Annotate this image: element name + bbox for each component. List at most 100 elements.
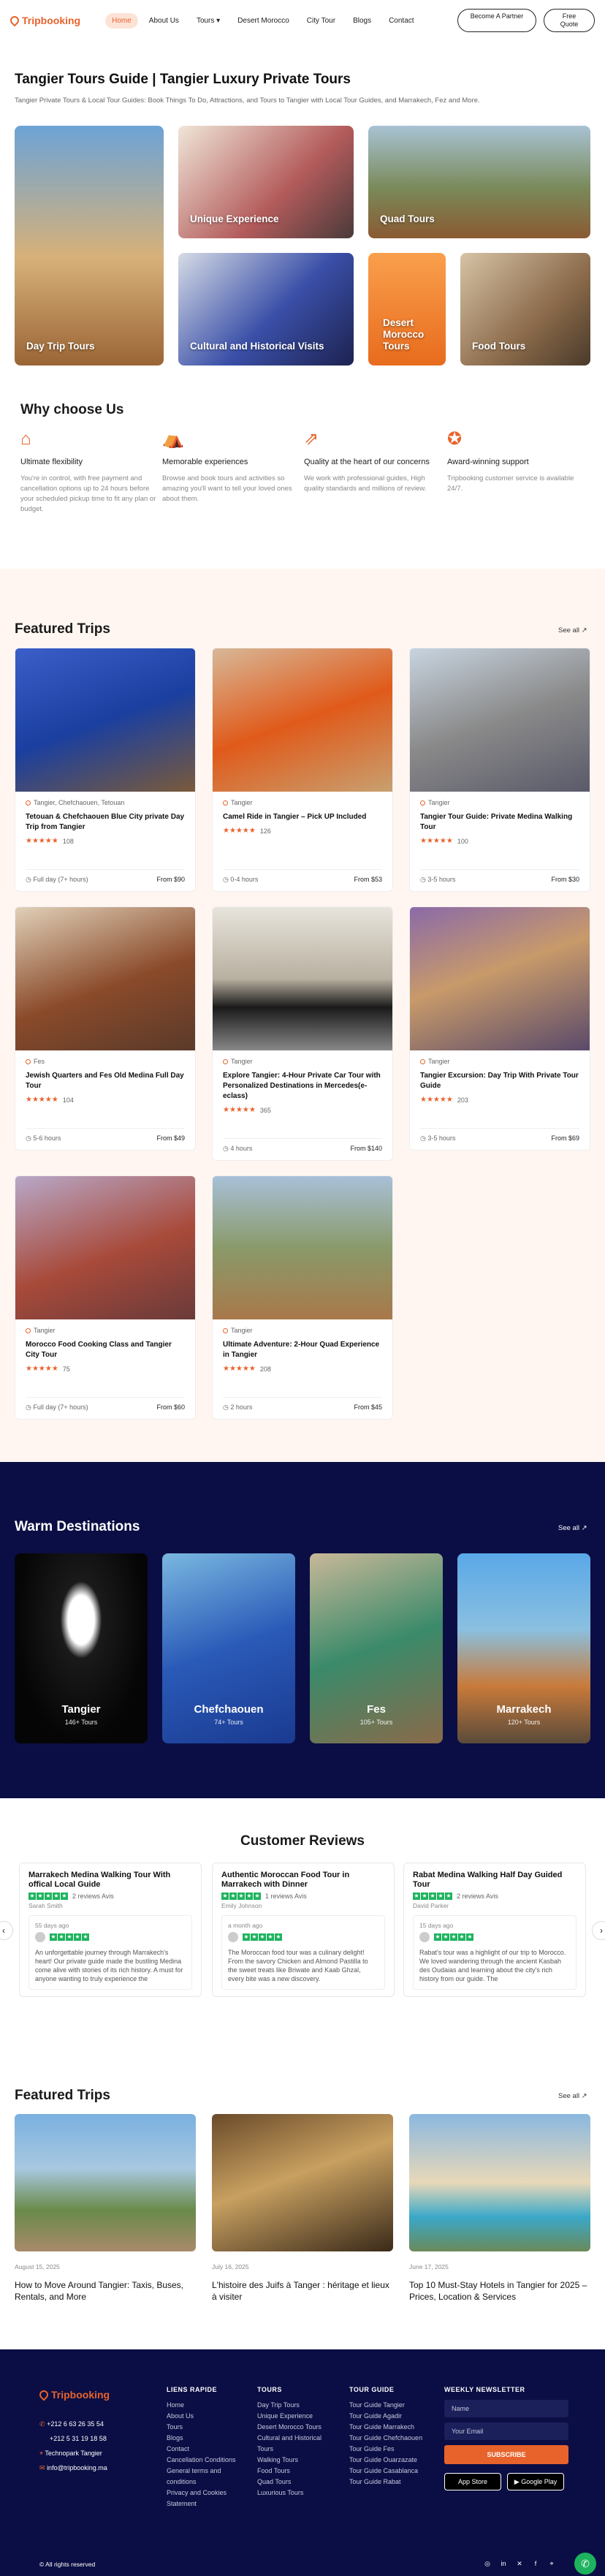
blog-card[interactable]: June 17, 2025 Top 10 Must-Stay Hotels in … xyxy=(409,2114,590,2303)
tile-unique[interactable]: Unique Experience xyxy=(178,126,354,238)
nav-desert[interactable]: Desert Morocco xyxy=(231,13,296,29)
price: From $90 xyxy=(156,876,185,883)
whatsapp-icon[interactable]: ✆ xyxy=(574,2553,596,2575)
linkedin-icon[interactable]: in xyxy=(498,2558,509,2569)
instagram-icon[interactable]: ◎ xyxy=(482,2558,492,2569)
map-pin-icon xyxy=(8,14,21,27)
chevron-right-icon: › xyxy=(600,1925,603,1936)
site-header: Tripbooking Home About Us Tours ▾ Desert… xyxy=(0,0,605,41)
rating-stars: ★★★★★ 100 xyxy=(420,837,468,845)
location-icon xyxy=(223,800,228,806)
next-review-button[interactable]: › xyxy=(592,1921,605,1940)
price: From $140 xyxy=(350,1145,382,1152)
app-store-badge[interactable]: App Store xyxy=(444,2473,501,2490)
location-icon xyxy=(26,1058,31,1064)
blog-card[interactable]: July 16, 2025 L'histoire des Juifs à Tang… xyxy=(212,2114,393,2303)
main-nav: Home About Us Tours ▾ Desert Morocco Cit… xyxy=(105,12,420,29)
trip-card[interactable]: Tangier Tangier Tour Guide: Private Medi… xyxy=(409,648,590,892)
tile-desert[interactable]: Desert Morocco Tours xyxy=(368,253,446,365)
trip-card[interactable]: Tangier, Chefchaouen, Tetouan Tetouan & … xyxy=(15,648,196,892)
price: From $69 xyxy=(551,1134,579,1142)
price: From $49 xyxy=(156,1134,185,1142)
rating-stars: ★★★★★ 126 xyxy=(223,827,271,835)
nav-city-tour[interactable]: City Tour xyxy=(300,13,342,29)
prev-review-button[interactable]: ‹ xyxy=(0,1921,13,1940)
trip-card[interactable]: Tangier Morocco Food Cooking Class and T… xyxy=(15,1175,196,1420)
blog-see-all-link[interactable]: See all ↗ xyxy=(558,2092,587,2100)
twitter-icon[interactable]: ✕ xyxy=(514,2558,525,2569)
destination-chefchaouen[interactable]: Chefchaouen 74+ Tours xyxy=(162,1553,295,1743)
trip-image xyxy=(213,648,392,792)
become-partner-button[interactable]: Become A Partner xyxy=(457,9,536,32)
footer-logo[interactable]: Tripbooking xyxy=(37,2388,110,2401)
featured-see-all-link[interactable]: See all ↗ xyxy=(558,626,587,634)
review-card: Rabat Medina Walking Half Day Guided Tou… xyxy=(403,1863,586,1997)
trip-card[interactable]: Tangier Camel Ride in Tangier – Pick UP … xyxy=(212,648,393,892)
tile-food[interactable]: Food Tours xyxy=(460,253,590,365)
duration: ◷ 5-6 hours xyxy=(26,1134,61,1142)
trip-image xyxy=(15,1176,195,1319)
facebook-icon[interactable]: f xyxy=(530,2558,541,2569)
brand-logo[interactable]: Tripbooking xyxy=(8,14,80,27)
trip-image xyxy=(15,648,195,792)
avatar xyxy=(35,1932,45,1942)
price: From $60 xyxy=(156,1403,185,1411)
destination-fes[interactable]: Fes 105+ Tours xyxy=(310,1553,443,1743)
rating-stars: ★★★★★ 365 xyxy=(223,1106,271,1114)
social-links: ◎ in ✕ f ⌖ xyxy=(476,2558,557,2569)
free-quote-button[interactable]: Free Quote xyxy=(544,9,595,32)
nav-blogs[interactable]: Blogs xyxy=(346,13,378,29)
duration: ◷ 3-5 hours xyxy=(420,1134,456,1142)
location-icon: ⌖ xyxy=(39,2450,44,2457)
nav-home[interactable]: Home xyxy=(105,12,138,29)
newsletter-email-input[interactable]: Your Email xyxy=(444,2422,568,2440)
tile-quad[interactable]: Quad Tours xyxy=(368,126,590,238)
tent-icon: ⛺ xyxy=(162,429,184,449)
destination-marrakech[interactable]: Marrakech 120+ Tours xyxy=(457,1553,590,1743)
feature-flexibility: ⌂ Ultimate flexibility You're in control, … xyxy=(20,427,159,515)
google-play-badge[interactable]: ▶ Google Play xyxy=(507,2473,564,2490)
trip-card[interactable]: Tangier Tangier Excursion: Day Trip With… xyxy=(409,906,590,1151)
trip-image xyxy=(15,907,195,1050)
location-icon xyxy=(420,1058,425,1064)
location-icon xyxy=(26,1327,31,1333)
reviews-title: Customer Reviews xyxy=(240,1833,365,1849)
trip-image xyxy=(213,1176,392,1319)
destination-tangier[interactable]: Tangier 146+ Tours xyxy=(15,1553,148,1743)
rating-stars: ★ ★ ★ ★ ★ xyxy=(434,1933,473,1941)
rating-stars: ★ ★ ★ ★ ★ xyxy=(243,1933,282,1941)
trip-card[interactable]: Tangier Explore Tangier: 4-Hour Private … xyxy=(212,906,393,1161)
tile-day-trip[interactable]: Day Trip Tours xyxy=(15,126,164,365)
nav-contact[interactable]: Contact xyxy=(382,13,420,29)
chevron-left-icon: ‹ xyxy=(2,1925,5,1936)
duration: ◷ Full day (7+ hours) xyxy=(26,1403,88,1411)
rating-stars: ★ ★ ★ ★ ★ xyxy=(50,1933,89,1941)
page-title: Tangier Tours Guide | Tangier Luxury Pri… xyxy=(15,72,351,87)
tile-cultural[interactable]: Cultural and Historical Visits xyxy=(178,253,354,365)
nav-tours[interactable]: Tours ▾ xyxy=(190,13,227,29)
footer-col-tours: TOURS Day Trip Tours Unique Experience Des… xyxy=(257,2386,322,2496)
feature-quality: ⇗ Quality at the heart of our concerns We … xyxy=(304,427,443,494)
trip-card[interactable]: Fes Jewish Quarters and Fes Old Medina F… xyxy=(15,906,196,1151)
trip-image xyxy=(410,907,590,1050)
location-icon xyxy=(26,800,31,806)
rating-stars: ★★★★★ 108 xyxy=(26,837,74,845)
avatar xyxy=(419,1932,430,1942)
nav-about[interactable]: About Us xyxy=(142,13,186,29)
page-subtitle: Tangier Private Tours & Local Tour Guide… xyxy=(15,96,480,105)
blog-card[interactable]: August 15, 2025 How to Move Around Tangie… xyxy=(15,2114,196,2303)
trip-card[interactable]: Tangier Ultimate Adventure: 2-Hour Quad … xyxy=(212,1175,393,1420)
subscribe-button[interactable]: SUBSCRIBE xyxy=(444,2445,568,2464)
newsletter-name-input[interactable]: Name xyxy=(444,2400,568,2417)
trip-image xyxy=(410,648,590,792)
duration: ◷ Full day (7+ hours) xyxy=(26,876,88,883)
price: From $53 xyxy=(354,876,382,883)
footer-col-links: LIENS RAPIDE Home About Us Tours Blogs Conta… xyxy=(167,2386,236,2507)
destinations-see-all-link[interactable]: See all ↗ xyxy=(558,1524,587,1532)
footer-newsletter: WEEKLY NEWSLETTER Name Your Email SUBSCR… xyxy=(444,2386,576,2490)
location-icon[interactable]: ⌖ xyxy=(547,2558,557,2569)
duration: ◷ 0-4 hours xyxy=(223,876,259,883)
review-card: Marrakech Medina Walking Tour With offic… xyxy=(19,1863,202,1997)
copyright: © All rights reserved xyxy=(39,2561,96,2568)
featured-title: Featured Trips xyxy=(15,621,110,637)
